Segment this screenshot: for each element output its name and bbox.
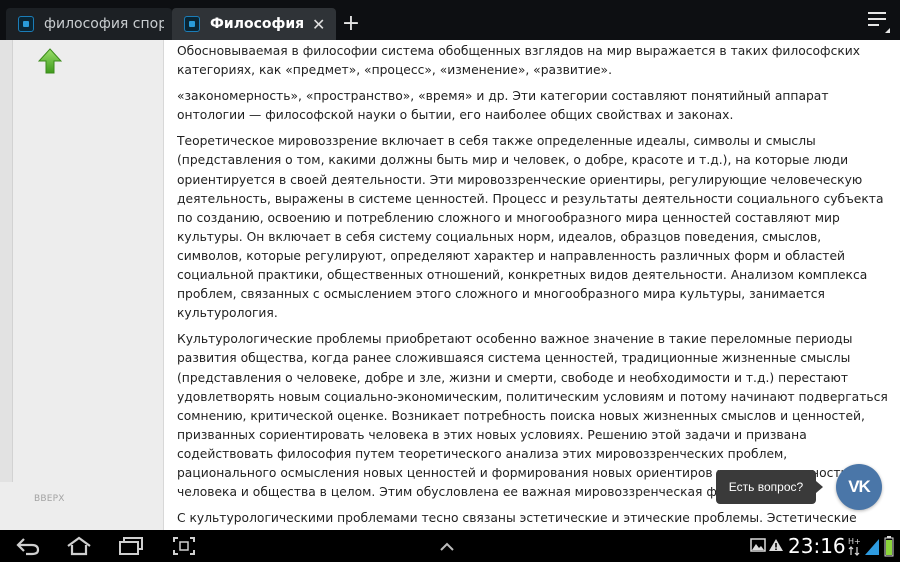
- warning-icon: [769, 539, 783, 551]
- recent-apps-icon[interactable]: [118, 536, 144, 556]
- article-paragraph: Теоретическое мировоззрение включает в с…: [177, 134, 884, 321]
- sidebar-scroll-track: [0, 40, 13, 482]
- system-bar: 23:16 H+: [0, 530, 900, 562]
- home-icon[interactable]: [66, 536, 92, 556]
- image-notification-icon: [750, 538, 766, 552]
- screenshot-icon[interactable]: [172, 536, 196, 556]
- menu-corner-indicator: [885, 28, 890, 33]
- tab-title: Философия…: [210, 16, 304, 32]
- close-tab-icon[interactable]: ✕: [312, 15, 325, 34]
- browser-tab-bar: философия спор… Философия… ✕ +: [0, 0, 900, 40]
- svg-text:H+: H+: [848, 537, 861, 546]
- vk-icon[interactable]: VK: [836, 464, 882, 510]
- new-tab-button[interactable]: +: [340, 9, 362, 39]
- network-hplus-icon: H+: [848, 537, 861, 556]
- signal-icon: [865, 539, 879, 555]
- site-favicon-icon: [184, 16, 200, 32]
- chevron-up-icon[interactable]: [440, 540, 454, 554]
- tab-title: философия спор…: [44, 16, 164, 32]
- ask-question-bubble[interactable]: Есть вопрос?: [716, 470, 823, 504]
- article-body: Обосновываемая в философии система обобщ…: [177, 42, 889, 530]
- left-sidebar: ВВЕРХ: [0, 40, 164, 530]
- menu-icon[interactable]: [868, 12, 886, 28]
- site-favicon-icon: [18, 16, 34, 32]
- article-paragraph: Обосновываемая в философии система обобщ…: [177, 44, 861, 78]
- article-paragraph: «закономерность», «пространство», «время…: [177, 89, 829, 123]
- back-icon[interactable]: [16, 536, 40, 556]
- tab-philosophy-sport[interactable]: философия спор…: [6, 8, 172, 40]
- status-clock: 23:16: [788, 534, 846, 558]
- tab-philosophy-active[interactable]: Философия… ✕: [172, 8, 336, 40]
- battery-icon: [884, 536, 894, 557]
- article-paragraph: С культурологическими проблемами тесно с…: [177, 511, 857, 526]
- scroll-up-label[interactable]: ВВЕРХ: [34, 494, 65, 504]
- scroll-up-arrow-icon[interactable]: [38, 48, 62, 74]
